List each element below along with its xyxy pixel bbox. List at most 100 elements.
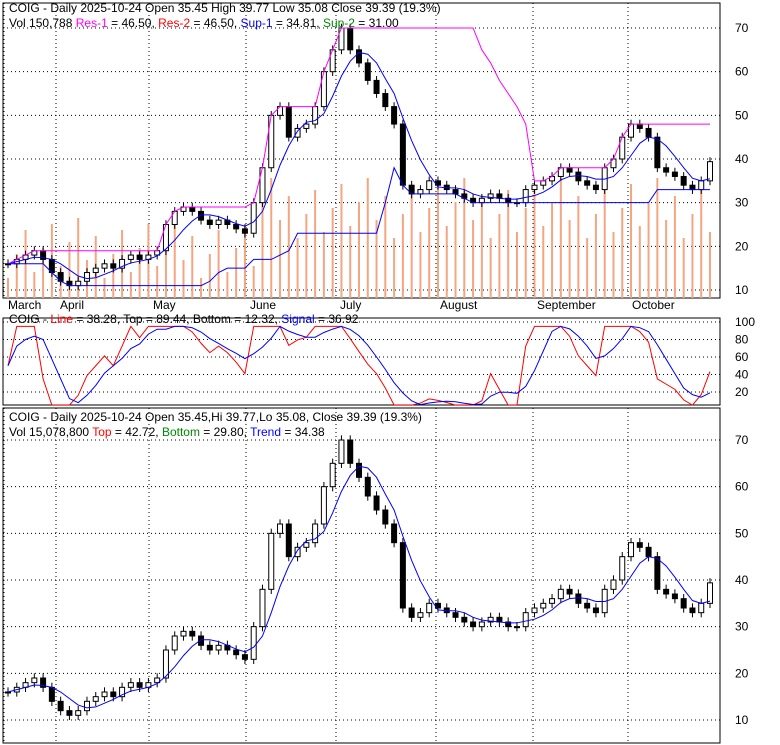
panel1-header: COIG - Daily 2025-10-24 Open 35.45 High … xyxy=(9,1,441,31)
candle-down xyxy=(399,542,406,609)
volume-bar xyxy=(480,196,483,298)
candle-up xyxy=(513,626,520,629)
candle-down xyxy=(663,588,670,595)
price-tick-label: 70 xyxy=(735,21,749,35)
candle-up xyxy=(75,280,82,287)
candle-up xyxy=(31,677,38,684)
candle-up xyxy=(338,439,345,464)
candle-down xyxy=(399,123,406,186)
volume-bar xyxy=(630,184,633,298)
candle-up xyxy=(540,180,547,186)
candle-down xyxy=(592,184,599,191)
candle-down xyxy=(461,616,468,623)
panel-frame-1 xyxy=(2,2,721,299)
candle-up xyxy=(522,612,529,628)
candle-down xyxy=(391,106,398,125)
candle-down xyxy=(584,602,591,609)
candle-down xyxy=(689,184,696,191)
candle-up xyxy=(83,272,90,282)
trend-label: Trend xyxy=(250,425,282,439)
volume-bar xyxy=(515,232,518,298)
volume-bar xyxy=(551,202,554,298)
osc-tick-label: 60 xyxy=(735,350,749,364)
price-tick-label: 40 xyxy=(735,152,749,166)
month-label: May xyxy=(153,298,176,312)
volume-bar xyxy=(208,254,211,298)
candle-up xyxy=(259,588,266,628)
candle-down xyxy=(671,593,678,600)
price-tick-label: 70 xyxy=(735,433,749,447)
candle-down xyxy=(452,189,459,195)
candle-up xyxy=(250,626,257,660)
panel1-title: COIG - Daily 2025-10-24 Open 35.45 High … xyxy=(9,1,441,15)
candle-up xyxy=(698,602,705,614)
volume-bar xyxy=(542,226,545,298)
volume-bar xyxy=(577,196,580,298)
candle-up xyxy=(531,607,538,614)
candle-down xyxy=(654,136,661,169)
candle-down xyxy=(241,654,248,660)
candle-up xyxy=(619,556,626,581)
price-tick-label: 30 xyxy=(735,620,749,634)
volume-bar xyxy=(103,278,106,298)
volume-bar xyxy=(445,226,448,298)
candle-up xyxy=(478,197,485,204)
candle-down xyxy=(575,593,582,604)
month-label: June xyxy=(250,298,276,312)
candle-up xyxy=(698,180,705,191)
volume-bar xyxy=(401,214,404,298)
volume-bar xyxy=(182,260,185,298)
candle-up xyxy=(557,588,564,600)
sup1-value: = 34.81, xyxy=(272,16,323,30)
candle-down xyxy=(233,224,240,230)
volume-bar xyxy=(594,214,597,298)
volume-bar xyxy=(226,272,229,298)
volume-bar xyxy=(498,214,501,298)
candle-down xyxy=(241,228,248,234)
candle-down xyxy=(356,462,362,478)
candle-up xyxy=(215,644,222,651)
candle-up xyxy=(101,691,108,698)
volume-bar xyxy=(665,220,668,298)
candle-up xyxy=(92,696,99,702)
volume-bar xyxy=(331,208,334,298)
chart-root: MarchMarchAprilAprilMayMayJuneJuneJulyJu… xyxy=(0,0,780,745)
candle-up xyxy=(250,202,257,234)
volume-bar xyxy=(217,230,220,298)
candle-up xyxy=(127,254,134,260)
sup2-value: = 31.00 xyxy=(354,16,399,30)
volume-bar xyxy=(524,208,527,298)
candle-down xyxy=(592,607,599,614)
sup2-label: Sup-2 xyxy=(322,16,355,30)
trend-value: = 34.38 xyxy=(281,425,325,439)
panel3-title: COIG - Daily 2025-10-24 Open 35.45,Hi 39… xyxy=(9,410,422,424)
candle-down xyxy=(136,682,143,688)
volume-bar xyxy=(287,196,290,298)
volume-bar xyxy=(261,202,264,298)
candle-down xyxy=(671,171,678,177)
bottom-value: = 29.80, xyxy=(199,425,251,439)
candle-up xyxy=(75,710,82,716)
candle-down xyxy=(391,523,398,544)
sup1-label: Sup-1 xyxy=(240,16,273,30)
volume-bar xyxy=(349,226,352,298)
volume-bar xyxy=(489,238,492,298)
candle-down xyxy=(566,588,573,595)
candle-down xyxy=(373,495,380,511)
candle-down xyxy=(680,175,687,186)
candle-down xyxy=(110,691,117,698)
panel2-prefix: COIG - xyxy=(9,312,51,326)
price-tick-label: 40 xyxy=(735,573,749,587)
volume-bar xyxy=(358,202,360,298)
month-label: October xyxy=(632,298,675,312)
candle-down xyxy=(189,630,196,637)
candle-up xyxy=(320,486,327,525)
candle-up xyxy=(312,523,319,544)
volume-bar xyxy=(270,178,273,298)
candle-down xyxy=(189,206,196,212)
price-tick-label: 20 xyxy=(735,239,749,253)
volume-bar xyxy=(603,190,606,298)
res1-label: Res-1 xyxy=(75,16,108,30)
candle-down xyxy=(382,93,389,108)
volume-bar xyxy=(638,226,641,298)
